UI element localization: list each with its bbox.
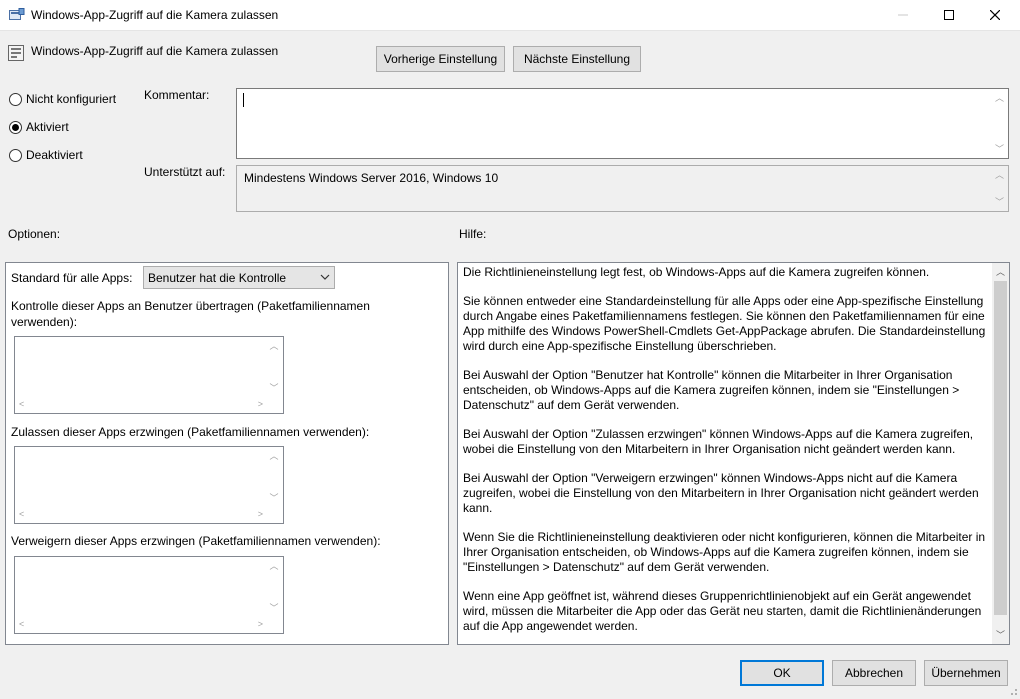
default-all-apps-select[interactable]: Benutzer hat die Kontrolle — [143, 266, 335, 289]
list-force-allow-label: Zulassen dieser Apps erzwingen (Paketfam… — [11, 425, 370, 439]
radio-label: Deaktiviert — [26, 148, 83, 162]
help-scrollbar[interactable]: ︿ ﹀ — [992, 263, 1009, 644]
close-button[interactable] — [972, 0, 1018, 31]
list-force-deny-label: Verweigern dieser Apps erzwingen (Paketf… — [11, 534, 381, 548]
chevron-down-icon — [320, 271, 330, 285]
radio-circle[interactable] — [9, 148, 22, 162]
scroll-down-icon[interactable]: ﹀ — [267, 491, 281, 505]
app-icon — [9, 8, 25, 22]
radio-dot — [12, 123, 19, 131]
help-paragraph: Bei Auswahl der Option "Zulassen erzwing… — [463, 427, 974, 456]
list-user-control-label: Kontrolle dieser Apps an Benutzer übertr… — [11, 299, 370, 329]
help-text: Die Richtlinieneinstellung legt fest, ob… — [463, 265, 988, 644]
supported-label: Unterstützt auf: — [144, 165, 226, 179]
minimize-icon — [898, 14, 908, 16]
radio-circle[interactable] — [9, 92, 22, 106]
apply-button[interactable]: Übernehmen — [924, 660, 1008, 686]
scroll-up-icon[interactable]: ︿ — [267, 449, 281, 463]
comment-scrollbar[interactable]: ︿ ﹀ — [991, 89, 1008, 158]
comment-field[interactable]: ︿ ﹀ — [236, 88, 1009, 159]
policy-title: Windows-App-Zugriff auf die Kamera zulas… — [31, 44, 279, 58]
select-value: Benutzer hat die Kontrolle — [148, 270, 287, 285]
scroll-left-icon[interactable]: < — [19, 617, 24, 631]
supported-field: Mindestens Windows Server 2016, Windows … — [236, 165, 1009, 212]
scroll-right-icon[interactable]: > — [258, 507, 263, 521]
scroll-down-icon[interactable]: ﹀ — [267, 601, 281, 615]
resize-grip-icon[interactable] — [1006, 684, 1018, 696]
scroll-thumb[interactable] — [994, 281, 1007, 615]
scroll-down-icon[interactable]: ﹀ — [991, 195, 1008, 209]
force-allow-apps-input[interactable]: ︿ ﹀ < > — [14, 446, 284, 524]
minimize-button[interactable] — [880, 0, 926, 31]
supported-scrollbar[interactable]: ︿ ﹀ — [991, 166, 1008, 211]
radio-circle-selected[interactable] — [9, 120, 22, 134]
scroll-up-icon[interactable]: ︿ — [992, 265, 1009, 279]
options-heading: Optionen: — [8, 227, 61, 241]
scroll-down-icon[interactable]: ﹀ — [991, 142, 1008, 156]
scroll-up-icon[interactable]: ︿ — [991, 168, 1008, 182]
radio-enabled[interactable]: Aktiviert — [9, 120, 69, 134]
text-cursor — [243, 93, 244, 107]
scroll-up-icon[interactable]: ︿ — [991, 91, 1008, 105]
window-title: Windows-App-Zugriff auf die Kamera zulas… — [31, 8, 279, 22]
scroll-down-icon[interactable]: ﹀ — [267, 381, 281, 395]
scroll-left-icon[interactable]: < — [19, 397, 24, 411]
title-bar: Windows-App-Zugriff auf die Kamera zulas… — [0, 0, 1020, 31]
help-paragraph: Bei Auswahl der Option "Benutzer hat Kon… — [463, 368, 960, 412]
help-paragraph: Wenn Sie die Richtlinieneinstellung deak… — [463, 530, 986, 574]
next-setting-button[interactable]: Nächste Einstellung — [513, 46, 641, 72]
maximize-icon — [944, 10, 954, 20]
help-paragraph: Wenn eine App geöffnet ist, während dies… — [463, 589, 982, 633]
supported-value: Mindestens Windows Server 2016, Windows … — [244, 171, 499, 185]
radio-label: Aktiviert — [26, 120, 69, 134]
close-icon — [989, 9, 1001, 21]
default-all-apps-label: Standard für alle Apps: — [11, 271, 133, 285]
help-paragraph: Bei Auswahl der Option "Verweigern erzwi… — [463, 471, 979, 515]
scroll-right-icon[interactable]: > — [258, 397, 263, 411]
scroll-up-icon[interactable]: ︿ — [267, 339, 281, 353]
ok-button[interactable]: OK — [740, 660, 824, 686]
radio-not-configured[interactable]: Nicht konfiguriert — [9, 92, 116, 106]
maximize-button[interactable] — [926, 0, 972, 31]
help-paragraph: Die Richtlinieneinstellung legt fest, ob… — [463, 265, 930, 279]
scroll-down-icon[interactable]: ﹀ — [992, 628, 1009, 642]
options-panel: Standard für alle Apps: Benutzer hat die… — [5, 262, 449, 645]
radio-label: Nicht konfiguriert — [26, 92, 117, 106]
scroll-up-icon[interactable]: ︿ — [267, 559, 281, 573]
help-panel: Die Richtlinieneinstellung legt fest, ob… — [457, 262, 1010, 645]
radio-disabled[interactable]: Deaktiviert — [9, 148, 83, 162]
cancel-button[interactable]: Abbrechen — [832, 660, 916, 686]
comment-label: Kommentar: — [144, 88, 210, 102]
previous-setting-button[interactable]: Vorherige Einstellung — [376, 46, 505, 72]
scroll-right-icon[interactable]: > — [258, 617, 263, 631]
scroll-left-icon[interactable]: < — [19, 507, 24, 521]
user-control-apps-input[interactable]: ︿ ﹀ < > — [14, 336, 284, 414]
help-paragraph: Sie können entweder eine Standardeinstel… — [463, 294, 986, 353]
policy-icon — [8, 45, 24, 61]
help-heading: Hilfe: — [459, 227, 487, 241]
force-deny-apps-input[interactable]: ︿ ﹀ < > — [14, 556, 284, 634]
